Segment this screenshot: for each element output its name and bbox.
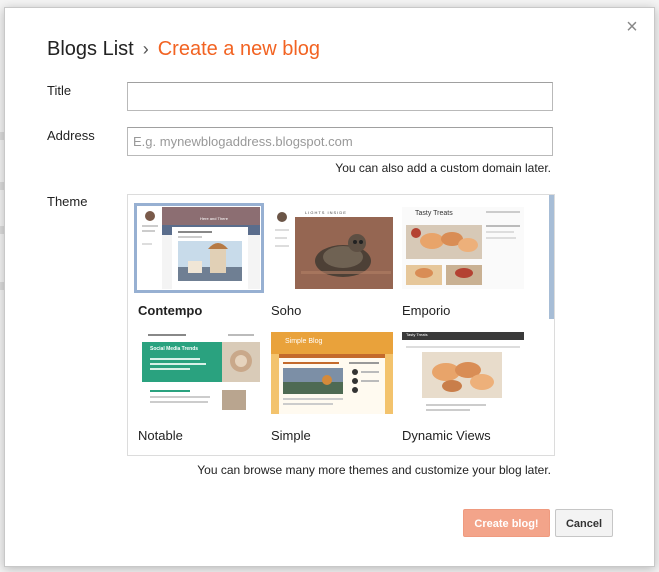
dynamic-views-thumb-heading: Tasty Treats (406, 332, 428, 337)
create-blog-button[interactable]: Create blog! (463, 509, 550, 537)
theme-tile-notable[interactable]: Social Media Trends Notable (138, 332, 260, 443)
theme-label: Theme (47, 194, 88, 209)
address-input[interactable] (127, 127, 553, 156)
soho-thumb-heading: LIGHTS INSIDE (305, 210, 347, 215)
theme-name: Notable (138, 428, 183, 443)
create-blog-dialog: × Blogs List › Create a new blog Title Add… (4, 7, 655, 567)
title-label: Title (47, 83, 72, 98)
theme-hint: You can browse many more themes and cust… (197, 463, 551, 477)
theme-scrollbar[interactable] (549, 195, 554, 319)
simple-thumb-heading: Simple Blog (285, 338, 323, 345)
breadcrumb-blogs-list[interactable]: Blogs List (47, 38, 134, 60)
emporio-thumb-heading: Tasty Treats (415, 210, 453, 217)
theme-name: Contempo (138, 303, 203, 318)
page-title: Create a new blog (157, 38, 321, 60)
address-label: Address (47, 128, 95, 143)
theme-tile-simple[interactable]: Simple Blog Simple (271, 332, 393, 443)
cancel-button[interactable]: Cancel (555, 509, 613, 537)
theme-name: Simple (271, 428, 311, 443)
theme-tile-soho[interactable]: LIGHTS INSIDE Soho (271, 207, 393, 318)
address-hint: You can also add a custom domain later. (335, 161, 551, 175)
theme-tile-dynamic-views[interactable]: Tasty Treats Dynamic Views (402, 332, 524, 443)
theme-tile-emporio[interactable]: Tasty Treats Emporio (402, 207, 524, 318)
breadcrumb-separator: › (142, 39, 149, 59)
contempo-thumb-heading: Here and There (200, 216, 228, 221)
emporio-thumbnail: Tasty Treats (402, 207, 524, 289)
dynamic-views-thumbnail: Tasty Treats (402, 332, 524, 414)
notable-thumb-heading: Social Media Trends (150, 346, 199, 352)
title-input[interactable] (127, 82, 553, 111)
soho-thumbnail: LIGHTS INSIDE (271, 207, 393, 289)
theme-name: Soho (271, 303, 302, 318)
contempo-thumbnail: Here and There (134, 203, 264, 293)
close-icon[interactable]: × (624, 17, 640, 37)
breadcrumb: Blogs List › Create a new blog (47, 38, 320, 61)
theme-picker: Here and There Contempo LIGHTS INSIDE So… (127, 194, 555, 456)
theme-name: Dynamic Views (402, 428, 491, 443)
theme-tile-contempo[interactable]: Here and There Contempo (134, 203, 264, 318)
notable-thumbnail: Social Media Trends (138, 332, 260, 414)
simple-thumbnail: Simple Blog (271, 332, 393, 414)
theme-name: Emporio (402, 303, 451, 318)
